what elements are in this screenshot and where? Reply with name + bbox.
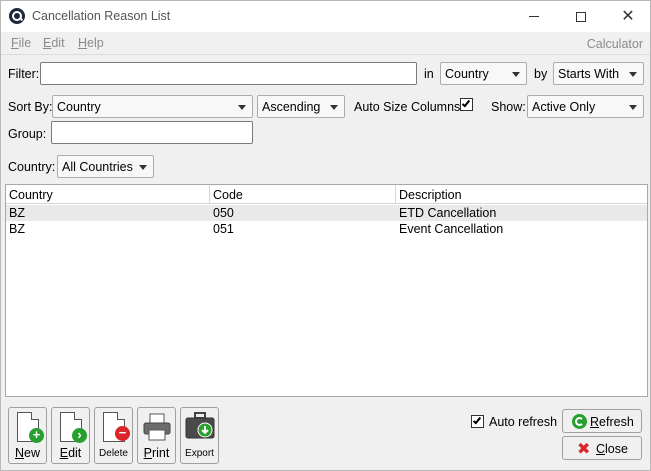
country-select[interactable]: All Countries bbox=[57, 155, 154, 178]
sort-order-select[interactable]: Ascending bbox=[257, 95, 345, 118]
edit-button[interactable]: › Edit bbox=[51, 407, 90, 464]
chevron-down-icon bbox=[629, 105, 637, 110]
print-button[interactable]: Print bbox=[137, 407, 176, 464]
plus-icon: + bbox=[29, 428, 44, 443]
refresh-button[interactable]: Refresh bbox=[562, 409, 642, 433]
filter-field-select[interactable]: Country bbox=[440, 62, 527, 85]
refresh-accel: R bbox=[590, 415, 600, 429]
edit-rest: dit bbox=[68, 446, 82, 460]
close-x-icon: ✖ bbox=[577, 441, 591, 458]
menu-file-label: ile bbox=[18, 36, 32, 50]
delete-button-label: Delete bbox=[99, 448, 128, 459]
printer-icon bbox=[143, 413, 171, 441]
edit-accel: E bbox=[59, 446, 69, 460]
cell-code: 051 bbox=[213, 222, 234, 236]
table-row[interactable]: BZ 051 Event Cancellation bbox=[6, 221, 647, 237]
cell-country: BZ bbox=[9, 206, 25, 220]
auto-size-columns-label: Auto Size Columns bbox=[354, 100, 461, 114]
chevron-down-icon bbox=[139, 165, 147, 170]
filter-in-label: in bbox=[424, 67, 434, 81]
cell-country: BZ bbox=[9, 222, 25, 236]
maximize-button[interactable] bbox=[558, 1, 604, 32]
filter-match-select[interactable]: Starts With bbox=[553, 62, 644, 85]
close-icon: ✕ bbox=[621, 7, 635, 25]
new-accel: N bbox=[14, 446, 25, 460]
export-button-label: Export bbox=[185, 448, 214, 459]
column-header-description[interactable]: Description bbox=[396, 185, 647, 204]
menu-file[interactable]: File bbox=[11, 36, 31, 50]
cancellation-reason-window: Cancellation Reason List ✕ File Edit Hel… bbox=[0, 0, 651, 471]
minus-icon: − bbox=[115, 426, 130, 441]
menu-divider bbox=[1, 54, 650, 55]
title-bar: Cancellation Reason List ✕ bbox=[1, 1, 650, 32]
calculator-link[interactable]: Calculator bbox=[587, 37, 643, 51]
chevron-down-icon bbox=[629, 72, 637, 77]
column-header-country[interactable]: Country bbox=[6, 185, 210, 204]
cell-description: ETD Cancellation bbox=[399, 206, 497, 220]
refresh-icon bbox=[572, 414, 587, 429]
show-label: Show: bbox=[491, 100, 526, 114]
menu-edit[interactable]: Edit bbox=[43, 36, 65, 50]
show-value: Active Only bbox=[532, 100, 596, 114]
sort-by-label: Sort By: bbox=[8, 100, 53, 114]
export-button[interactable]: Export bbox=[180, 407, 219, 464]
edit-button-label: Edit bbox=[52, 446, 89, 460]
show-select[interactable]: Active Only bbox=[527, 95, 644, 118]
column-header-code[interactable]: Code bbox=[210, 185, 396, 204]
menu-help[interactable]: Help bbox=[78, 36, 104, 50]
filter-input[interactable] bbox=[40, 62, 417, 85]
menu-help-label: elp bbox=[87, 36, 104, 50]
filter-by-label: by bbox=[534, 67, 548, 81]
print-button-label: Print bbox=[138, 446, 175, 460]
export-briefcase-icon bbox=[185, 412, 215, 439]
cell-code: 050 bbox=[213, 206, 234, 220]
window-close-button[interactable]: ✕ bbox=[605, 1, 651, 32]
results-grid[interactable]: Country Code Description BZ 050 ETD Canc… bbox=[5, 184, 648, 397]
menu-help-accel: H bbox=[78, 36, 88, 50]
print-rest: rint bbox=[151, 446, 170, 460]
chevron-down-icon bbox=[238, 105, 246, 110]
delete-button[interactable]: − Delete bbox=[94, 407, 133, 464]
minimize-icon bbox=[529, 16, 539, 17]
filter-field-value: Country bbox=[445, 67, 489, 81]
cell-description: Event Cancellation bbox=[399, 222, 504, 236]
arrow-right-icon: › bbox=[72, 428, 87, 443]
grid-header: Country Code Description bbox=[6, 185, 647, 204]
window-title: Cancellation Reason List bbox=[32, 9, 171, 23]
chevron-down-icon bbox=[330, 105, 338, 110]
sort-field-select[interactable]: Country bbox=[52, 95, 253, 118]
print-accel: P bbox=[143, 446, 152, 460]
new-button[interactable]: + New bbox=[8, 407, 47, 464]
checkmark-icon bbox=[461, 98, 471, 108]
menu-file-accel: F bbox=[11, 36, 19, 50]
auto-refresh-checkbox[interactable] bbox=[471, 415, 484, 428]
country-value: All Countries bbox=[62, 160, 133, 174]
close-button[interactable]: ✖ Close bbox=[562, 436, 642, 460]
menu-edit-label: dit bbox=[51, 36, 65, 50]
close-accel: C bbox=[596, 442, 606, 456]
close-button-label: Close bbox=[596, 442, 628, 456]
checkmark-icon bbox=[472, 415, 482, 425]
new-rest: ew bbox=[24, 446, 40, 460]
refresh-button-label: Refresh bbox=[590, 415, 634, 429]
filter-match-value: Starts With bbox=[558, 67, 620, 81]
new-button-label: New bbox=[9, 446, 46, 460]
filter-label: Filter: bbox=[8, 67, 40, 81]
country-label: Country: bbox=[8, 160, 56, 174]
maximize-icon bbox=[576, 11, 586, 22]
refresh-rest: efresh bbox=[599, 415, 634, 429]
table-row[interactable]: BZ 050 ETD Cancellation bbox=[6, 205, 647, 221]
auto-size-columns-checkbox[interactable] bbox=[460, 98, 473, 111]
group-input[interactable] bbox=[51, 121, 253, 144]
auto-refresh-label: Auto refresh bbox=[489, 415, 558, 429]
group-label: Group: bbox=[8, 127, 47, 141]
sort-order-value: Ascending bbox=[262, 100, 321, 114]
minimize-button[interactable] bbox=[511, 1, 557, 32]
sort-field-value: Country bbox=[57, 100, 101, 114]
close-rest: lose bbox=[605, 442, 628, 456]
chevron-down-icon bbox=[512, 72, 520, 77]
app-logo-icon bbox=[9, 8, 25, 24]
menu-bar: File Edit Help Calculator bbox=[1, 32, 650, 54]
